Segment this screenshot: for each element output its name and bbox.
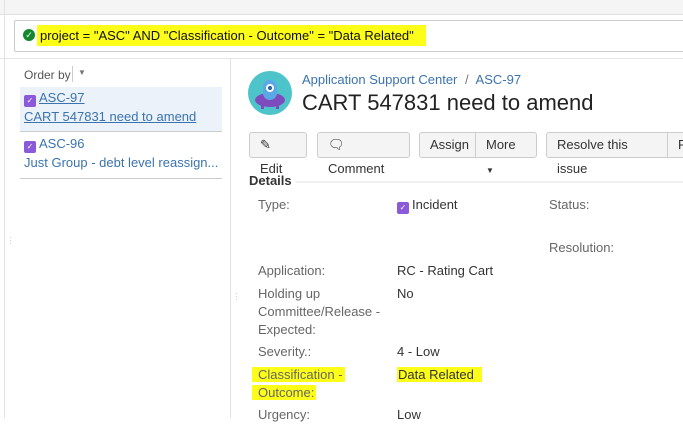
issue-key-link[interactable]: ASC-97	[476, 72, 522, 87]
resize-handle-icon[interactable]: · · ·	[9, 234, 12, 248]
resolve-issue-button[interactable]: Resolve this issue	[546, 132, 668, 176]
divider	[0, 58, 683, 59]
caret-down-icon: ▼	[486, 166, 494, 175]
incident-type-icon: ✓	[397, 202, 409, 214]
application-value: RC - Rating Cart	[397, 263, 494, 278]
holding-value: No	[397, 286, 414, 301]
valid-check-icon: ✓	[23, 29, 35, 41]
edit-button[interactable]: ✎ Edit	[249, 132, 307, 176]
issue-key-link[interactable]: ASC-97	[39, 90, 85, 105]
pencil-icon: ✎	[260, 137, 271, 152]
divider	[72, 66, 73, 82]
panel-divider[interactable]	[230, 58, 231, 418]
issue-key-link[interactable]: ASC-96	[39, 136, 85, 151]
urgency-label: Urgency:	[258, 407, 311, 422]
resolution-label: Resolution:	[549, 240, 615, 255]
order-by-button[interactable]: Order by	[24, 68, 71, 82]
project-avatar[interactable]	[248, 71, 292, 115]
severity-label: Severity.:	[258, 344, 312, 359]
next-workflow-button[interactable]: R	[667, 132, 683, 158]
jql-search-input[interactable]: ✓ project = "ASC" AND "Classification - …	[14, 20, 683, 52]
more-button[interactable]: More ▼	[475, 132, 537, 175]
project-link[interactable]: Application Support Center	[302, 72, 457, 87]
chevron-down-icon[interactable]: ▼	[78, 68, 86, 77]
resize-handle-icon[interactable]: · · ·	[235, 290, 238, 304]
top-bar	[0, 0, 683, 15]
jql-query-text[interactable]: project = "ASC" AND "Classification - Ou…	[37, 25, 426, 46]
divider	[4, 0, 5, 418]
classification-label: Classification - Outcome:	[252, 366, 345, 402]
divider	[296, 181, 683, 183]
status-label: Status:	[549, 197, 590, 212]
details-heading: Details	[249, 173, 292, 188]
assign-button[interactable]: Assign	[419, 132, 476, 158]
severity-value: 4 - Low	[397, 344, 440, 359]
comment-icon: 🗨	[328, 137, 345, 152]
issue-title: CART 547831 need to amend	[302, 90, 594, 115]
issue-summary-link[interactable]: CART 547831 need to amend	[24, 109, 196, 124]
type-value: ✓ Incident	[397, 196, 458, 214]
incident-type-icon: ✓	[24, 141, 36, 153]
comment-button[interactable]: 🗨 Comment	[317, 132, 410, 176]
issue-list-item[interactable]: ✓ ASC-97 CART 547831 need to amend	[20, 87, 222, 132]
issue-list-item[interactable]: ✓ ASC-96 Just Group - debt level reassign…	[20, 133, 222, 179]
classification-value: Data Related	[397, 366, 482, 384]
holding-label: Holding up Committee/Release - Expected:	[258, 286, 381, 337]
breadcrumb: Application Support Center / ASC-97	[302, 72, 522, 87]
application-label: Application:	[258, 263, 326, 278]
type-label: Type:	[258, 197, 290, 212]
incident-type-icon: ✓	[24, 95, 36, 107]
issue-summary-link[interactable]: Just Group - debt level reassign...	[24, 155, 218, 170]
urgency-value: Low	[397, 407, 421, 422]
